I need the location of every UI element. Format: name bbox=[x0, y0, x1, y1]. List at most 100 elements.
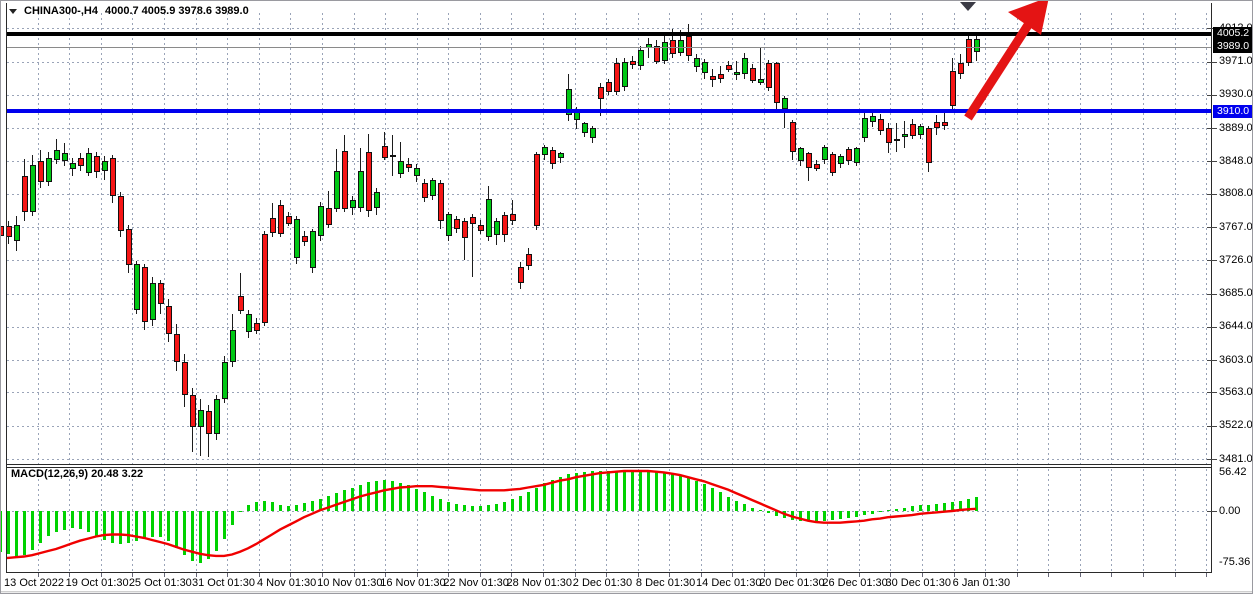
price-axis-tick bbox=[1207, 294, 1217, 295]
time-axis-tick bbox=[1206, 573, 1207, 577]
macd-histogram-bar bbox=[967, 499, 970, 511]
macd-histogram-bar bbox=[327, 496, 330, 511]
candle bbox=[134, 264, 140, 309]
candle bbox=[886, 128, 892, 143]
horizontal-gridline bbox=[7, 161, 1211, 162]
candle bbox=[310, 231, 316, 268]
candle bbox=[630, 61, 636, 65]
ohlc-values-label: 4000.7 4005.9 3978.6 3989.0 bbox=[105, 5, 249, 17]
vertical-gridline bbox=[1175, 13, 1176, 464]
macd-indicator-panel[interactable] bbox=[1, 467, 1253, 573]
macd-histogram-bar bbox=[367, 482, 370, 511]
macd-histogram-bar bbox=[79, 511, 82, 529]
vertical-gridline bbox=[164, 13, 165, 464]
macd-histogram-bar bbox=[471, 506, 474, 511]
macd-histogram-bar bbox=[263, 501, 266, 511]
price-axis-label: 3726.0 bbox=[1219, 254, 1253, 266]
candle-wick bbox=[736, 61, 737, 80]
vertical-gridline bbox=[890, 469, 891, 572]
candle bbox=[358, 171, 364, 208]
vertical-gridline bbox=[164, 469, 165, 572]
macd-histogram-bar bbox=[47, 511, 50, 536]
macd-histogram-bar bbox=[495, 504, 498, 511]
candle bbox=[342, 151, 348, 209]
vertical-gridline bbox=[1017, 13, 1018, 464]
vertical-gridline bbox=[764, 469, 765, 572]
price-axis[interactable]: 4012.03971.03930.03889.03848.03808.03767… bbox=[1212, 1, 1253, 573]
horizontal-gridline bbox=[7, 260, 1211, 261]
candle bbox=[598, 87, 604, 98]
candle bbox=[238, 296, 244, 311]
candle bbox=[742, 58, 748, 74]
candle bbox=[182, 362, 188, 394]
candle-wick bbox=[944, 111, 945, 130]
macd-histogram-bar bbox=[655, 471, 658, 511]
vertical-gridline bbox=[985, 469, 986, 572]
macd-histogram-bar bbox=[279, 505, 282, 511]
macd-histogram-bar bbox=[759, 510, 762, 511]
candle bbox=[222, 362, 228, 399]
vertical-gridline bbox=[859, 469, 860, 572]
candle bbox=[254, 323, 260, 331]
macd-histogram-bar bbox=[703, 484, 706, 511]
candle bbox=[398, 161, 404, 174]
vertical-gridline bbox=[259, 13, 260, 464]
candle bbox=[926, 128, 932, 163]
macd-histogram-bar bbox=[191, 511, 194, 561]
resistance-line[interactable] bbox=[7, 32, 1211, 36]
macd-histogram-bar bbox=[375, 481, 378, 511]
macd-histogram-bar bbox=[127, 511, 130, 543]
time-axis-tick bbox=[1143, 573, 1144, 577]
vertical-gridline bbox=[196, 13, 197, 464]
vertical-gridline bbox=[575, 13, 576, 464]
candle bbox=[22, 176, 28, 213]
macd-axis-tick bbox=[1207, 511, 1217, 512]
macd-histogram-bar bbox=[671, 473, 674, 511]
vertical-gridline bbox=[385, 13, 386, 464]
candle bbox=[94, 156, 100, 172]
macd-histogram-bar bbox=[623, 472, 626, 511]
candle bbox=[190, 395, 196, 427]
macd-histogram-bar bbox=[863, 511, 866, 515]
time-axis-tick bbox=[1048, 573, 1049, 577]
price-axis-tick bbox=[1207, 128, 1217, 129]
vertical-gridline bbox=[196, 469, 197, 572]
down-caret-icon[interactable] bbox=[9, 9, 17, 14]
support-line[interactable] bbox=[7, 109, 1211, 113]
candle bbox=[878, 119, 884, 131]
horizontal-gridline bbox=[7, 62, 1211, 63]
macd-histogram-bar bbox=[335, 493, 338, 511]
candle bbox=[694, 58, 700, 67]
price-axis-label: 3644.0 bbox=[1219, 320, 1253, 332]
macd-histogram-bar bbox=[911, 506, 914, 511]
macd-histogram-bar bbox=[223, 511, 226, 539]
down-triangle-marker[interactable] bbox=[960, 2, 976, 11]
macd-top-border bbox=[6, 467, 1212, 468]
candle bbox=[654, 46, 660, 62]
price-axis-tick bbox=[1207, 426, 1217, 427]
candle bbox=[198, 410, 204, 428]
candle bbox=[126, 229, 132, 266]
time-axis[interactable]: 13 Oct 202219 Oct 01:3025 Oct 01:3031 Oc… bbox=[1, 573, 1253, 591]
candle bbox=[870, 116, 876, 122]
macd-histogram-bar bbox=[455, 504, 458, 511]
macd-histogram-bar bbox=[719, 492, 722, 511]
candle bbox=[526, 254, 532, 266]
horizontal-gridline bbox=[7, 294, 1211, 295]
macd-histogram-bar bbox=[751, 508, 754, 511]
macd-histogram-bar bbox=[407, 485, 410, 511]
candle bbox=[782, 98, 788, 109]
macd-histogram-bar bbox=[519, 496, 522, 511]
candle bbox=[718, 74, 724, 78]
candle bbox=[102, 161, 108, 171]
macd-histogram-bar bbox=[183, 511, 186, 555]
candle bbox=[502, 215, 508, 235]
candle bbox=[470, 217, 476, 223]
candle bbox=[166, 306, 172, 334]
macd-histogram-bar bbox=[775, 511, 778, 516]
candle bbox=[422, 183, 428, 198]
candle bbox=[774, 63, 780, 103]
macd-histogram-bar bbox=[215, 511, 218, 551]
macd-histogram-bar bbox=[527, 492, 530, 511]
vertical-gridline bbox=[1206, 469, 1207, 572]
